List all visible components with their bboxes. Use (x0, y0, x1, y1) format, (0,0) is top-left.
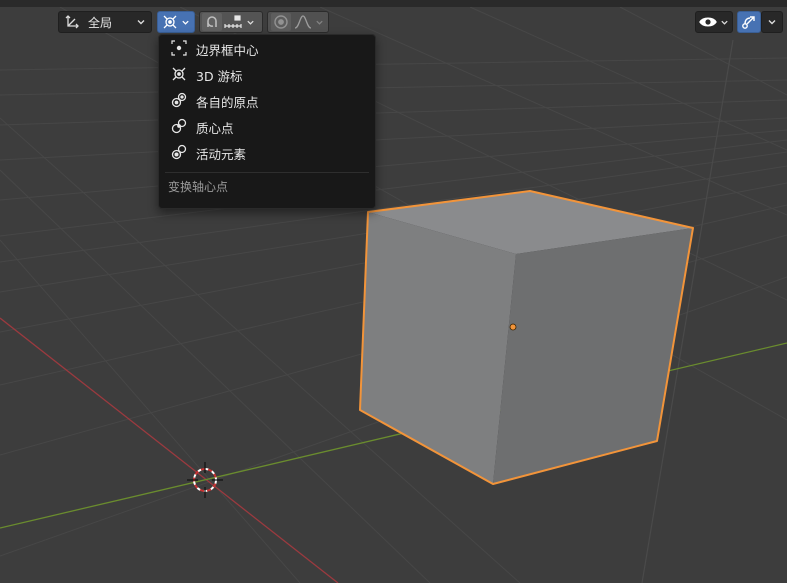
selected-cube[interactable] (359, 190, 694, 485)
pivot-point-button[interactable] (157, 11, 195, 33)
3d-viewport[interactable] (0, 0, 787, 583)
menu-item-label: 质心点 (196, 120, 234, 136)
individual-origins-icon (171, 92, 187, 111)
transform-orientation-icon (64, 14, 80, 30)
chevron-down-icon (720, 18, 729, 27)
menu-item-active-element[interactable]: 活动元素 (165, 141, 369, 165)
gizmo-toggle-button[interactable] (737, 11, 761, 33)
snap-controls[interactable] (199, 11, 263, 33)
pivot-point-menu: 边界框中心 3D 游标 各自的原点 质心点 活动元素 变换轴心点 (158, 34, 376, 209)
3d-cursor-icon (171, 66, 187, 85)
proportional-edit-icon[interactable] (271, 13, 291, 31)
transform-orientation-label: 全局 (88, 15, 113, 30)
menu-item-label: 3D 游标 (196, 68, 243, 84)
menu-item-label: 边界框中心 (196, 42, 259, 58)
x-axis-line (0, 317, 339, 583)
active-element-icon (171, 144, 187, 163)
bounding-box-center-icon (171, 39, 187, 59)
menu-item-bounding-box-center[interactable]: 边界框中心 (165, 37, 369, 61)
proportional-editing-controls[interactable] (267, 11, 329, 33)
gizmo-options-dropdown[interactable] (761, 11, 783, 33)
menu-item-label: 活动元素 (196, 146, 247, 162)
chevron-down-icon (767, 17, 777, 27)
gizmo-icon (741, 14, 757, 30)
chevron-down-icon (136, 17, 146, 27)
menu-divider (165, 172, 369, 173)
chevron-down-icon (181, 18, 190, 27)
magnet-snap-icon[interactable] (202, 13, 222, 31)
menu-title: 变换轴心点 (168, 180, 229, 194)
object-visibility-button[interactable] (695, 11, 733, 33)
menu-item-individual-origins[interactable]: 各自的原点 (165, 89, 369, 113)
falloff-curve-icon[interactable] (294, 14, 312, 30)
menu-item-3d-cursor[interactable]: 3D 游标 (165, 63, 369, 87)
chevron-down-icon (246, 18, 255, 27)
median-point-icon (171, 118, 187, 137)
snap-increment-icon[interactable] (224, 14, 244, 30)
3d-cursor-pivot-icon (162, 14, 178, 30)
menu-item-label: 各自的原点 (196, 94, 259, 110)
transform-orientation-dropdown[interactable]: 全局 (58, 11, 152, 33)
object-origin-dot (509, 323, 517, 331)
eye-icon (699, 15, 717, 29)
menu-item-median-point[interactable]: 质心点 (165, 115, 369, 139)
chevron-down-icon (315, 18, 324, 27)
header-top-strip (0, 0, 787, 7)
